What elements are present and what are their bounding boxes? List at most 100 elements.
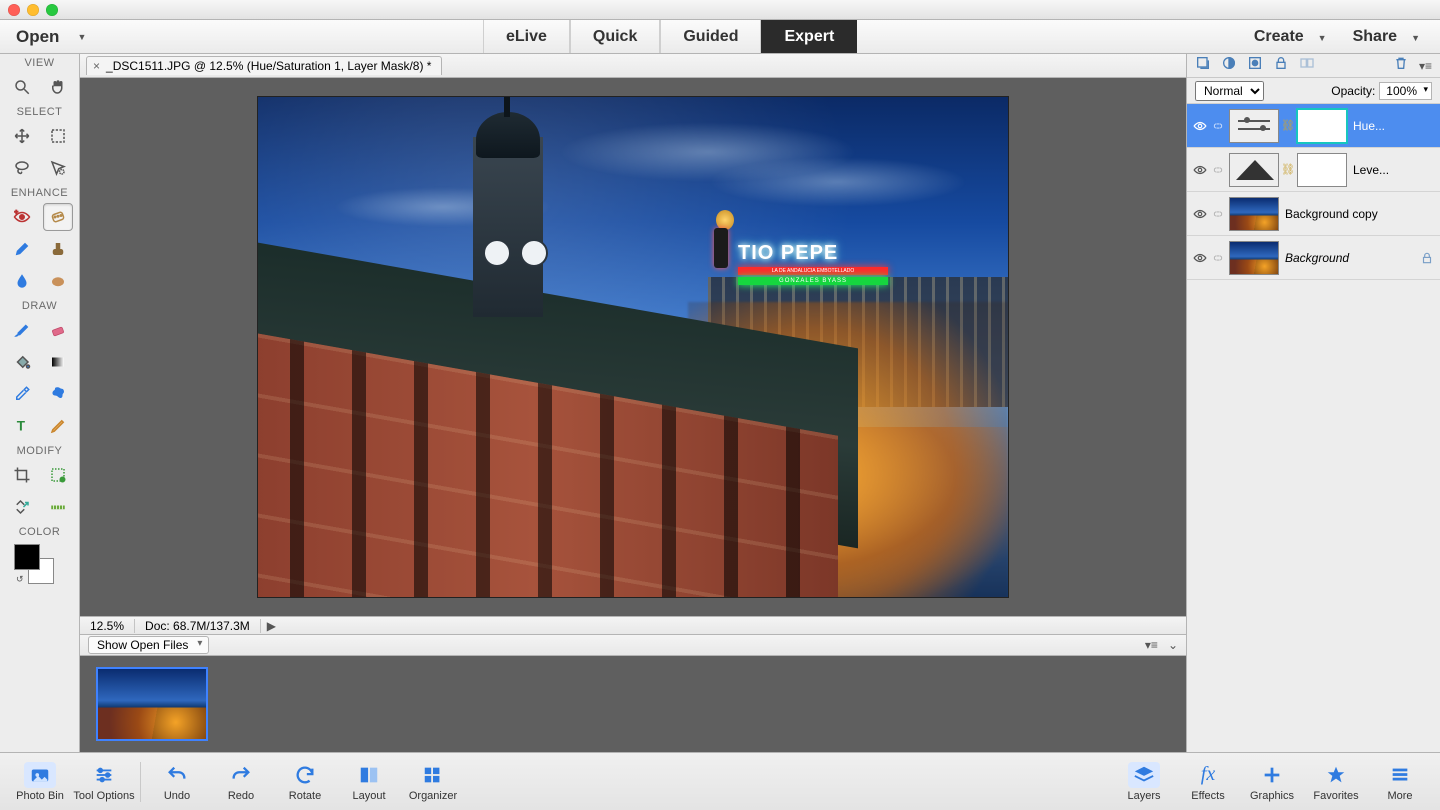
layer-thumb[interactable]	[1229, 241, 1279, 275]
new-adjustment-icon[interactable]	[1221, 55, 1237, 76]
layer-row-background-copy[interactable]: Background copy	[1187, 192, 1440, 236]
blur-tool[interactable]	[7, 267, 37, 295]
tab-expert[interactable]: Expert	[761, 20, 857, 53]
adjustment-thumb[interactable]	[1229, 153, 1279, 187]
link-icon[interactable]	[1213, 251, 1223, 265]
marquee-tool[interactable]	[43, 122, 73, 150]
color-swatches[interactable]: ↺	[0, 542, 79, 586]
status-arrow-icon[interactable]: ▶	[261, 619, 282, 633]
gradient-tool[interactable]	[43, 348, 73, 376]
redeye-tool[interactable]: +	[7, 203, 37, 231]
sponge-tool[interactable]	[43, 267, 73, 295]
zoom-tool[interactable]	[7, 73, 37, 101]
crop-tool[interactable]	[7, 461, 37, 489]
effects-panel-button[interactable]: fx Effects	[1176, 762, 1240, 802]
link-icon[interactable]	[1213, 163, 1223, 177]
layer-row-hue-saturation[interactable]: ⛓ Hue...	[1187, 104, 1440, 148]
group-modify: MODIFY	[0, 442, 79, 459]
redo-button[interactable]: Redo	[209, 762, 273, 802]
new-layer-icon[interactable]	[1195, 55, 1211, 76]
more-panel-button[interactable]: More	[1368, 762, 1432, 802]
doc-size-readout[interactable]: Doc: 68.7M/137.3M	[135, 619, 261, 633]
brush-tool[interactable]	[7, 316, 37, 344]
layer-thumb[interactable]	[1229, 197, 1279, 231]
tab-quick[interactable]: Quick	[570, 20, 660, 53]
straighten-tool[interactable]	[43, 493, 73, 521]
lasso-tool[interactable]	[7, 154, 37, 182]
quick-select-tool[interactable]	[43, 154, 73, 182]
smart-brush-tool[interactable]	[7, 235, 37, 263]
bin-menu-icon[interactable]: ▾≡	[1145, 638, 1158, 652]
pencil-tool[interactable]	[43, 412, 73, 440]
link-icon[interactable]	[1213, 119, 1223, 133]
group-view: VIEW	[0, 54, 79, 71]
link-layers-icon[interactable]	[1299, 55, 1315, 76]
foreground-color-swatch[interactable]	[14, 544, 40, 570]
link-icon[interactable]	[1213, 207, 1223, 221]
bin-filter-dropdown[interactable]: Show Open Files	[88, 636, 209, 654]
mask-thumb[interactable]	[1297, 153, 1347, 187]
layer-row-levels[interactable]: ⛓ Leve...	[1187, 148, 1440, 192]
center-area: × _DSC1511.JPG @ 12.5% (Hue/Saturation 1…	[80, 54, 1186, 752]
close-tab-icon[interactable]: ×	[93, 59, 100, 73]
neon-sign: TIO PEPE LA DE ANDALUCIA EMBOTELLADO GON…	[738, 242, 888, 290]
chevron-down-icon: ▼	[1411, 33, 1420, 43]
tab-elive[interactable]: eLive	[483, 20, 570, 53]
spot-heal-tool[interactable]	[43, 203, 73, 231]
visibility-icon[interactable]	[1193, 163, 1207, 177]
share-menu[interactable]: Share▼	[1353, 28, 1420, 46]
visibility-icon[interactable]	[1193, 119, 1207, 133]
hand-tool[interactable]	[43, 73, 73, 101]
canvas[interactable]: TIO PEPE LA DE ANDALUCIA EMBOTELLADO GON…	[80, 78, 1186, 616]
eraser-tool[interactable]	[43, 316, 73, 344]
undo-button[interactable]: Undo	[145, 762, 209, 802]
bin-collapse-icon[interactable]: ⌄	[1168, 638, 1178, 652]
photo-bin-button[interactable]: Photo Bin	[8, 762, 72, 802]
minimize-window-icon[interactable]	[27, 4, 39, 16]
document-status-bar: 12.5% Doc: 68.7M/137.3M ▶	[80, 616, 1186, 634]
shape-tool[interactable]	[43, 380, 73, 408]
chevron-down-icon: ▼	[77, 32, 86, 42]
layer-row-background[interactable]: Background	[1187, 236, 1440, 280]
zoom-window-icon[interactable]	[46, 4, 58, 16]
group-select: SELECT	[0, 103, 79, 120]
move-tool[interactable]	[7, 122, 37, 150]
graphics-panel-button[interactable]: Graphics	[1240, 762, 1304, 802]
open-menu[interactable]: Open ▼	[0, 27, 86, 47]
mask-thumb[interactable]	[1297, 109, 1347, 143]
swap-colors-icon[interactable]: ↺	[16, 574, 24, 585]
adjustment-thumb[interactable]	[1229, 109, 1279, 143]
type-tool[interactable]: T	[7, 412, 37, 440]
eyedropper-tool[interactable]	[7, 380, 37, 408]
bin-thumbnail[interactable]	[96, 667, 208, 741]
blend-mode-select[interactable]: Normal	[1195, 81, 1264, 101]
group-enhance: ENHANCE	[0, 184, 79, 201]
tab-guided[interactable]: Guided	[660, 20, 761, 53]
layers-panel-button[interactable]: Layers	[1112, 762, 1176, 802]
delete-layer-icon[interactable]	[1393, 55, 1409, 76]
clone-stamp-tool[interactable]	[43, 235, 73, 263]
panel-menu-icon[interactable]: ▾≡	[1419, 59, 1432, 73]
layout-button[interactable]: Layout	[337, 762, 401, 802]
organizer-button[interactable]: Organizer	[401, 762, 465, 802]
visibility-icon[interactable]	[1193, 207, 1207, 221]
opacity-value[interactable]: 100%	[1379, 82, 1432, 100]
window-titlebar	[0, 0, 1440, 20]
lock-layer-icon[interactable]	[1273, 55, 1289, 76]
favorites-panel-button[interactable]: Favorites	[1304, 762, 1368, 802]
content-aware-move-tool[interactable]	[7, 493, 37, 521]
create-menu[interactable]: Create▼	[1254, 28, 1327, 46]
rotate-button[interactable]: Rotate	[273, 762, 337, 802]
mask-link-icon[interactable]: ⛓	[1283, 119, 1293, 133]
add-mask-icon[interactable]	[1247, 55, 1263, 76]
tool-options-button[interactable]: Tool Options	[72, 762, 136, 802]
photo-bin-header: Show Open Files ▾≡ ⌄	[80, 634, 1186, 656]
close-window-icon[interactable]	[8, 4, 20, 16]
zoom-readout[interactable]: 12.5%	[80, 619, 135, 633]
recompose-tool[interactable]	[43, 461, 73, 489]
layers-panel-toolbar: ▾≡	[1187, 54, 1440, 78]
visibility-icon[interactable]	[1193, 251, 1207, 265]
paint-bucket-tool[interactable]	[7, 348, 37, 376]
mask-link-icon[interactable]: ⛓	[1283, 163, 1293, 177]
document-tab[interactable]: × _DSC1511.JPG @ 12.5% (Hue/Saturation 1…	[86, 56, 442, 75]
